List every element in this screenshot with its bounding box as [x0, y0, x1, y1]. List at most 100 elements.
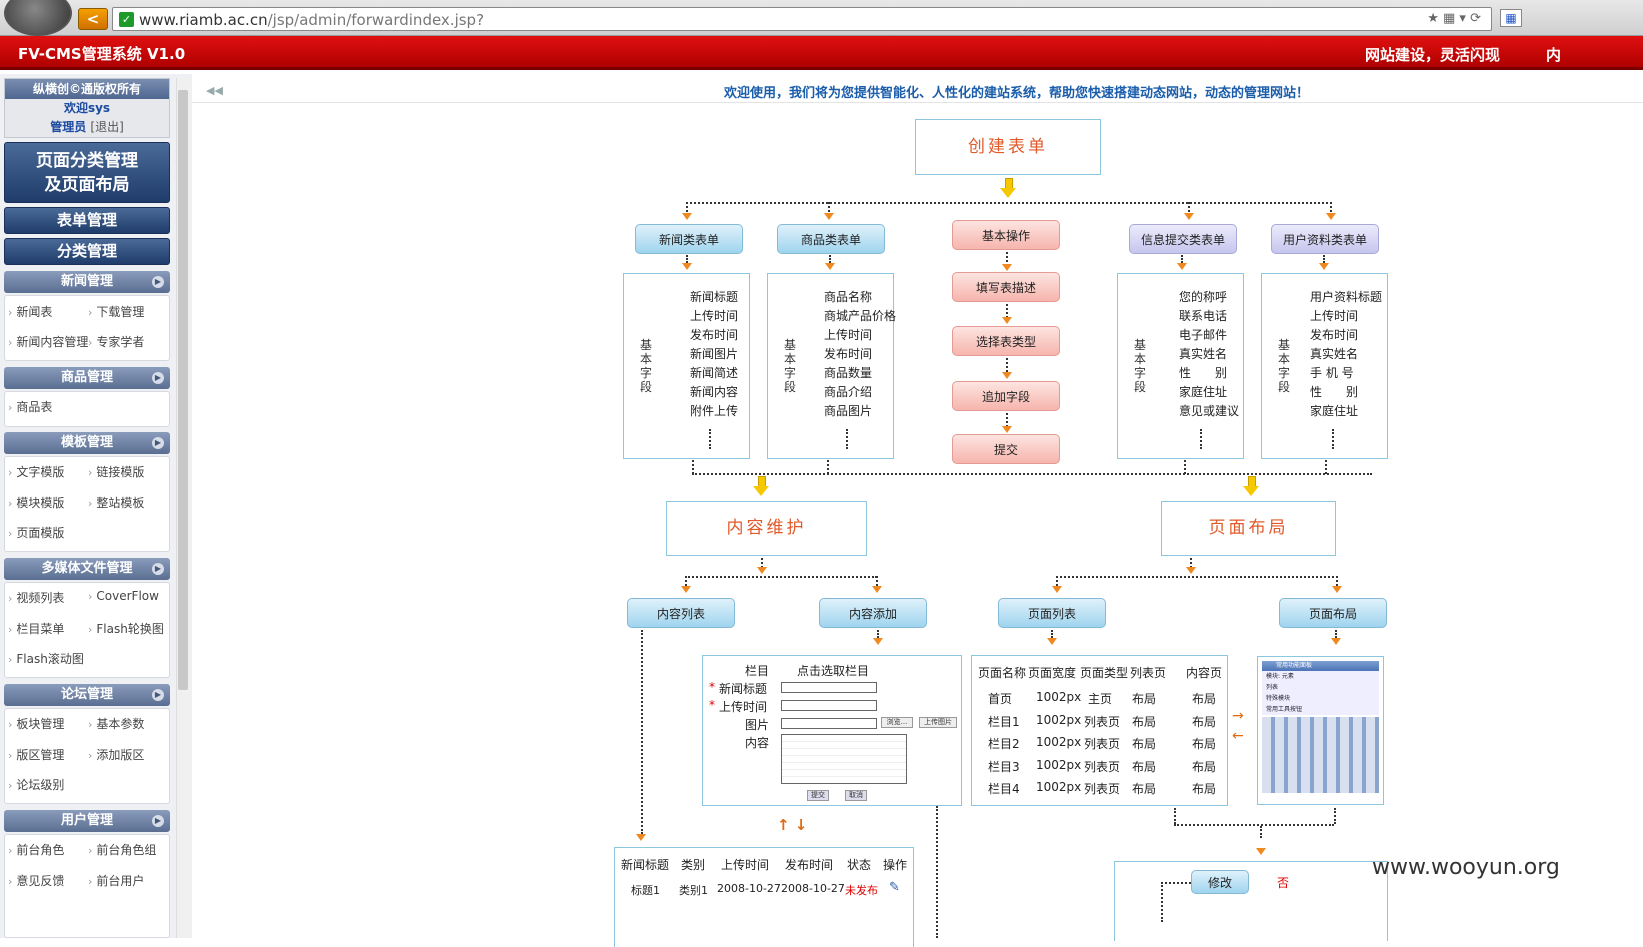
down-arrow-icon: [1243, 476, 1259, 496]
sidebar-item-goods-table[interactable]: 商品表: [8, 398, 52, 415]
submit-button[interactable]: 提交: [807, 790, 829, 801]
user-fields-box: 基本字段 用户资料标题 上传时间 发布时间 真实姓名手 机 号性 别家庭住址: [1261, 273, 1388, 459]
url-text[interactable]: www.riamb.ac.cn/jsp/admin/forwardindex.j…: [139, 11, 484, 29]
content-add-button[interactable]: 内容添加: [819, 598, 927, 628]
user-profile-form-button[interactable]: 用户资料类表单: [1271, 224, 1379, 254]
section-goods[interactable]: 商品管理 ▶: [4, 367, 170, 389]
sidebar-item-link-template[interactable]: 链接模版: [88, 463, 144, 480]
url-toolbar-icons[interactable]: ★ ▦ ▾ ⟳: [1427, 11, 1481, 26]
sidebar-item-front-role-group[interactable]: 前台角色组: [88, 841, 156, 858]
page-list-table: 页面名称 页面宽度 页面类型 列表页 内容页 首页 1002px 主页 布局 布…: [971, 655, 1228, 806]
expand-arrow-icon[interactable]: ▶: [152, 437, 164, 449]
tool-icons-grid-icon: [1262, 717, 1379, 793]
browser-toolbar: < ✓ www.riamb.ac.cn/jsp/admin/forwardind…: [0, 0, 1643, 36]
sidebar-item-news-content[interactable]: 新闻内容管理: [8, 333, 88, 350]
step-select-type[interactable]: 选择表类型: [952, 326, 1060, 356]
left-arrow-icon: ←: [1232, 728, 1244, 744]
sidebar-item-zone-management[interactable]: 版区管理: [8, 746, 64, 763]
modify-area: 修改 否: [1114, 861, 1388, 941]
expand-arrow-icon[interactable]: ▶: [152, 815, 164, 827]
sidebar-item-feedback[interactable]: 意见反馈: [8, 872, 64, 889]
down-arrow-icon: [1000, 178, 1016, 198]
cancel-button[interactable]: 取消: [845, 790, 867, 801]
sidebar-item-experts[interactable]: 专家学者: [88, 333, 144, 350]
sidebar-item-board-management[interactable]: 板块管理: [8, 715, 64, 732]
sidebar-item-coverflow[interactable]: CoverFlow: [88, 589, 159, 603]
section-templates[interactable]: 模板管理 ▶: [4, 432, 170, 454]
expand-arrow-icon[interactable]: ▶: [152, 689, 164, 701]
content-maintenance-box: 内容维护: [666, 501, 867, 556]
user-panel: 纵横创©通版权所有 欢迎sys 管理员 [退出]: [4, 78, 170, 138]
page-list-button[interactable]: 页面列表: [998, 598, 1106, 628]
sidebar-item-forum-level[interactable]: 论坛级别: [8, 776, 64, 793]
sidebar-item-site-template[interactable]: 整站模板: [88, 494, 144, 511]
goods-form-button[interactable]: 商品类表单: [777, 224, 885, 254]
content-editor[interactable]: [781, 734, 907, 784]
user-role: 管理员 [退出]: [50, 120, 124, 134]
form-management-button[interactable]: 表单管理: [4, 207, 170, 234]
content-list-button[interactable]: 内容列表: [627, 598, 735, 628]
sidebar-item-text-template[interactable]: 文字模版: [8, 463, 64, 480]
section-news[interactable]: 新闻管理 ▶: [4, 271, 170, 293]
layout-tool-panel-thumbnail: 常用功能面板 模块: 元素 列表 特殊模块 常用工具按钮: [1257, 656, 1384, 805]
section-users[interactable]: 用户管理 ▶: [4, 810, 170, 832]
image-input[interactable]: [781, 718, 877, 729]
content-list-table: 新闻标题 类别 上传时间 发布时间 状态 操作 标题1 类别1 2008-10-…: [614, 847, 914, 947]
expand-arrow-icon[interactable]: ▶: [152, 372, 164, 384]
sidebar-item-flash-carousel[interactable]: Flash轮换图: [88, 620, 163, 637]
step-submit[interactable]: 提交: [952, 434, 1060, 464]
collapse-sidebar-icon[interactable]: ◀◀: [206, 84, 223, 97]
upload-time-input[interactable]: [781, 700, 877, 711]
select-column-link[interactable]: 点击选取栏目: [797, 662, 869, 679]
step-fill-description[interactable]: 填写表描述: [952, 272, 1060, 302]
scroll-thumb[interactable]: [178, 90, 188, 690]
info-submit-form-button[interactable]: 信息提交类表单: [1129, 224, 1237, 254]
edit-icon[interactable]: ✎: [889, 880, 900, 895]
down-arrow-icon: [753, 476, 769, 496]
welcome-banner: 欢迎使用，我们将为您提供智能化、人性化的建站系统，帮助您快速搭建动态网站，动态的…: [724, 86, 1310, 101]
expand-arrow-icon[interactable]: ▶: [152, 563, 164, 575]
sidebar-item-front-users[interactable]: 前台用户: [88, 872, 144, 889]
step-add-field[interactable]: 追加字段: [952, 381, 1060, 411]
sidebar: 纵横创©通版权所有 欢迎sys 管理员 [退出] 页面分类管理 及页面布局 表单管…: [0, 74, 192, 938]
app-title: FV-CMS管理系统 V1.0: [18, 45, 186, 63]
news-title-input[interactable]: [781, 682, 877, 693]
sidebar-item-page-template[interactable]: 页面模版: [8, 524, 64, 541]
status-badge: 未发布: [845, 884, 878, 897]
info-fields-box: 基本字段 您的称呼 联系电话 电子邮件 真实姓名性 别家庭住址 意见或建议: [1117, 273, 1244, 459]
basic-operation-button[interactable]: 基本操作: [952, 220, 1060, 250]
sidebar-item-video-list[interactable]: 视频列表: [8, 589, 64, 606]
modify-button[interactable]: 修改: [1191, 870, 1249, 894]
sidebar-item-basic-params[interactable]: 基本参数: [88, 715, 144, 732]
app-header: FV-CMS管理系统 V1.0 网站建设，灵活闪现内: [0, 36, 1643, 70]
section-multimedia[interactable]: 多媒体文件管理 ▶: [4, 558, 170, 580]
upload-image-button[interactable]: 上传图片: [919, 717, 957, 728]
sidebar-scrollbar[interactable]: [176, 78, 189, 938]
browse-button[interactable]: 浏览...: [881, 717, 913, 728]
sidebar-item-news-table[interactable]: 新闻表: [8, 303, 52, 320]
page-layout-box: 页面布局: [1161, 501, 1336, 556]
page-category-layout-button[interactable]: 页面分类管理 及页面布局: [4, 142, 170, 203]
news-form-button[interactable]: 新闻类表单: [635, 224, 743, 254]
section-forum[interactable]: 论坛管理 ▶: [4, 684, 170, 706]
category-management-button[interactable]: 分类管理: [4, 238, 170, 265]
sidebar-item-download[interactable]: 下载管理: [88, 303, 144, 320]
page-layout-button[interactable]: 页面布局: [1279, 598, 1387, 628]
address-bar[interactable]: ✓ www.riamb.ac.cn/jsp/admin/forwardindex…: [112, 7, 1492, 31]
news-fields-box: 基本字段 新闻标题 上传时间 发布时间 新闻图片 新闻简述 新闻内容 附件上传: [623, 273, 750, 459]
browser-logo-icon[interactable]: [4, 0, 72, 36]
logout-link[interactable]: [退出]: [90, 120, 123, 134]
sidebar-item-add-zone[interactable]: 添加版区: [88, 746, 144, 763]
sidebar-item-flash-scroll[interactable]: Flash滚动图: [8, 650, 83, 667]
sidebar-item-front-role[interactable]: 前台角色: [8, 841, 64, 858]
expand-arrow-icon[interactable]: ▶: [152, 276, 164, 288]
user-field-list: 用户资料标题 上传时间 发布时间 真实姓名手 机 号性 别家庭住址: [1310, 290, 1383, 418]
sidebar-item-column-menu[interactable]: 栏目菜单: [8, 620, 64, 637]
info-field-list: 您的称呼 联系电话 电子邮件 真实姓名性 别家庭住址 意见或建议: [1179, 290, 1240, 418]
back-button[interactable]: <: [78, 8, 108, 30]
content-add-form: 栏目 点击选取栏目 * 新闻标题 * 上传时间 图片 浏览... 上传图片 内容…: [702, 655, 962, 806]
goods-fields-box: 基本字段 商品名称 商城产品价格 上传时间 发布时间 商品数量 商品介绍 商品图片: [767, 273, 896, 459]
extension-icon[interactable]: ▦: [1500, 9, 1522, 27]
secure-check-icon: ✓: [119, 12, 134, 27]
sidebar-item-module-template[interactable]: 模块模版: [8, 494, 64, 511]
